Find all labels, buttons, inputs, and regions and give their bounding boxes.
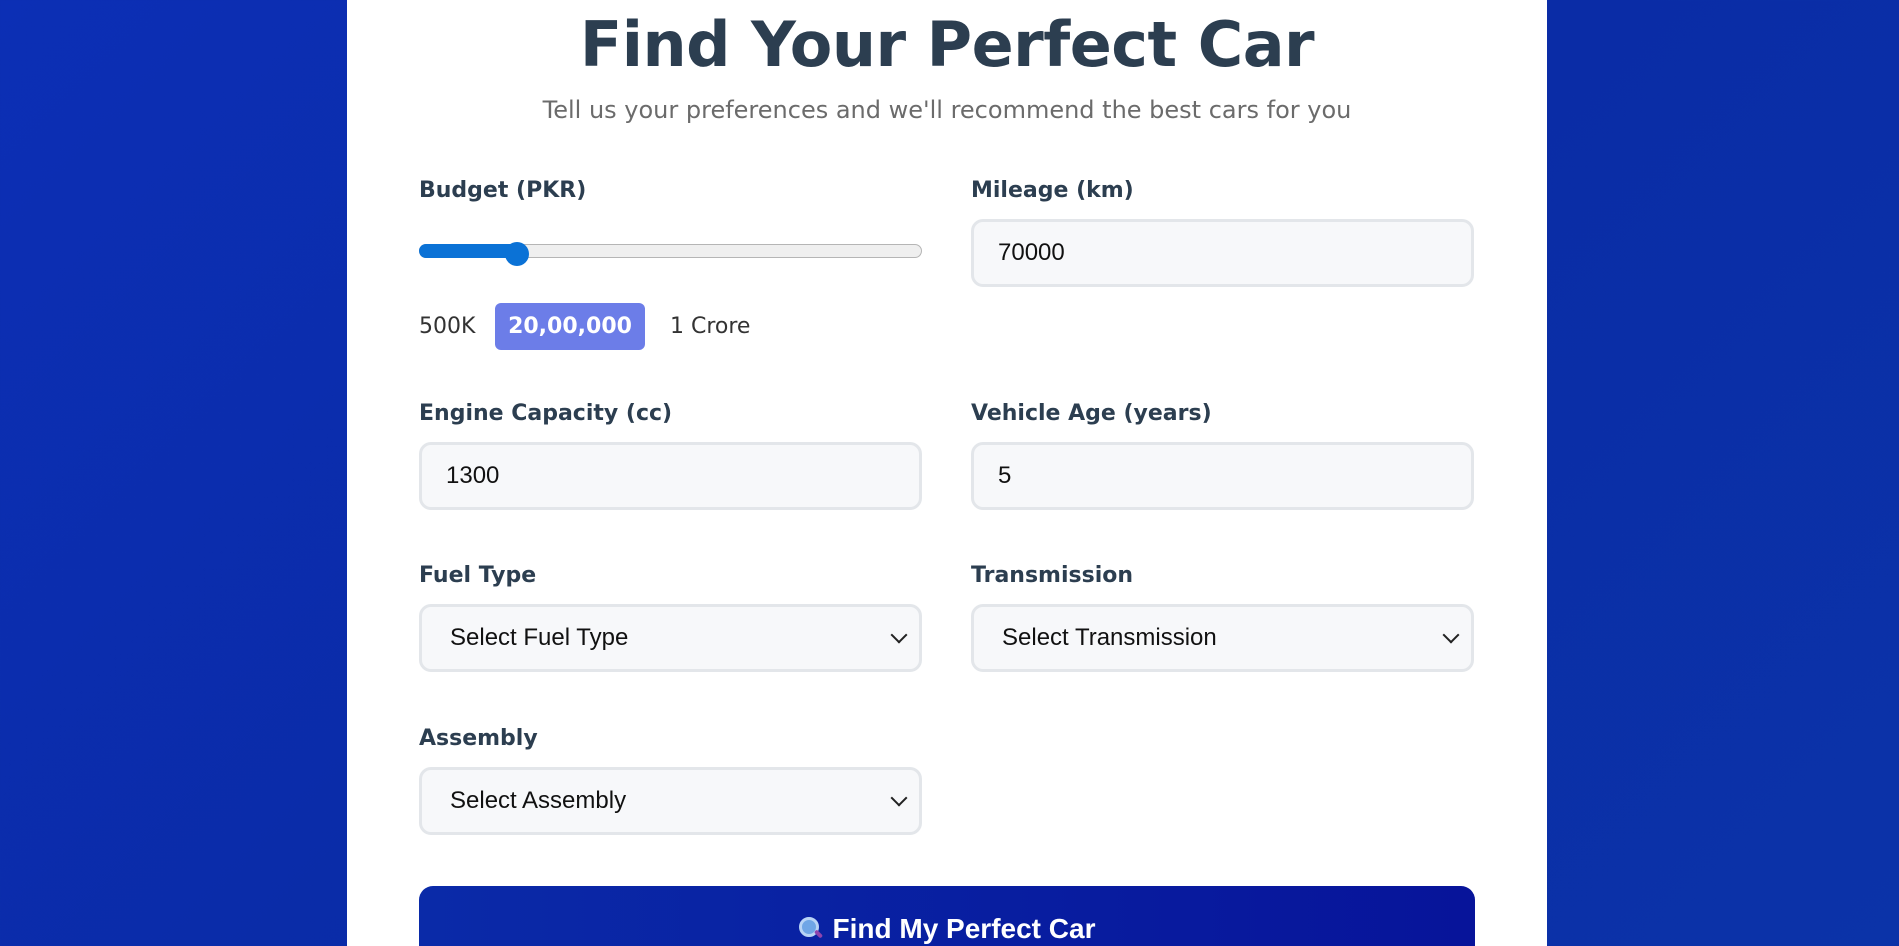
fuel-type-selected: Select Fuel Type [450, 624, 629, 651]
engine-capacity-input[interactable] [419, 442, 922, 510]
assembly-select[interactable]: Select Assembly [419, 767, 922, 835]
chevron-down-icon [890, 789, 908, 807]
transmission-select[interactable]: Select Transmission [971, 604, 1474, 672]
vehicle-age-label: Vehicle Age (years) [971, 401, 1212, 426]
mileage-label: Mileage (km) [971, 178, 1134, 203]
page-title: Find Your Perfect Car [579, 8, 1315, 81]
budget-value-badge: 20,00,000 [495, 303, 645, 350]
assembly-selected: Select Assembly [450, 787, 627, 814]
budget-max-label: 1 Crore [670, 314, 751, 339]
transmission-selected: Select Transmission [1002, 624, 1217, 651]
chevron-down-icon [890, 626, 908, 644]
fuel-type-select[interactable]: Select Fuel Type [419, 604, 922, 672]
search-icon [798, 917, 823, 939]
budget-slider-fill [418, 243, 519, 258]
budget-min-label: 500K [419, 314, 476, 339]
mileage-input[interactable] [971, 219, 1474, 287]
engine-capacity-label: Engine Capacity (cc) [419, 401, 673, 426]
budget-slider-thumb[interactable] [505, 242, 530, 266]
chevron-down-icon [1442, 626, 1460, 644]
find-car-button[interactable]: Find My Perfect Car [419, 886, 1475, 946]
budget-slider-track[interactable] [418, 243, 922, 258]
assembly-label: Assembly [419, 726, 538, 751]
vehicle-age-input[interactable] [971, 442, 1474, 510]
transmission-label: Transmission [971, 563, 1134, 588]
page-subtitle: Tell us your preferences and we'll recom… [542, 96, 1352, 124]
find-car-button-label: Find My Perfect Car [832, 913, 1096, 944]
budget-label: Budget (PKR) [419, 178, 587, 203]
fuel-type-label: Fuel Type [419, 563, 537, 588]
form-card: Find Your Perfect Car Tell us your prefe… [347, 0, 1547, 946]
